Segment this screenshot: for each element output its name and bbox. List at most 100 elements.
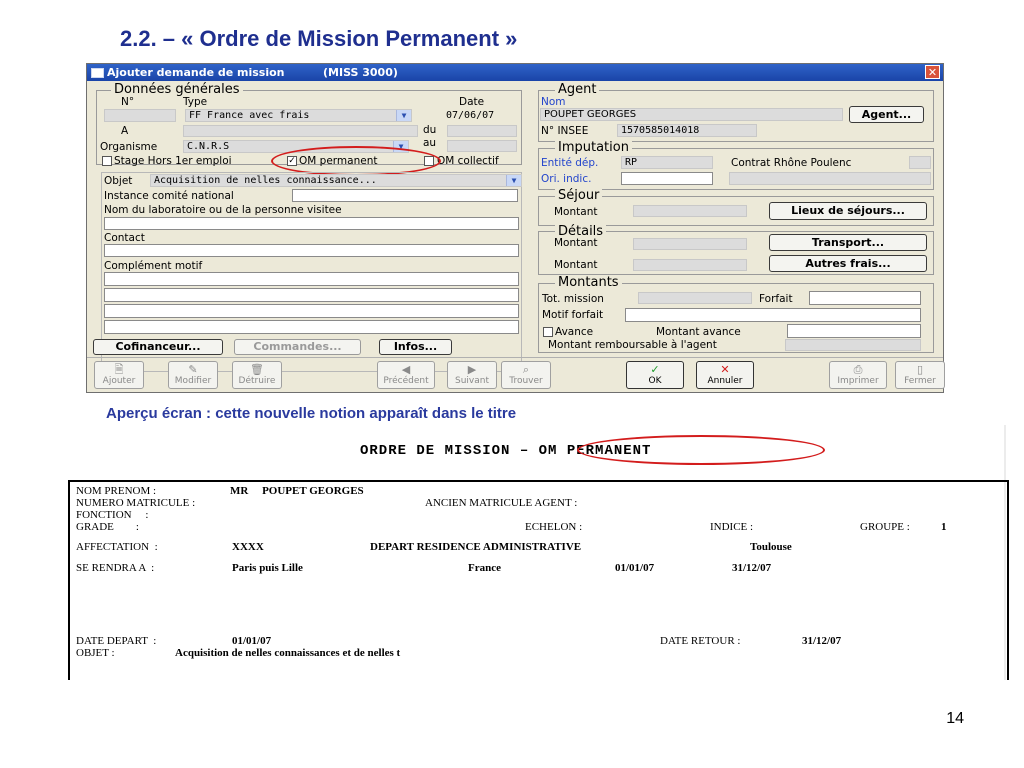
date-label: Date xyxy=(459,96,485,108)
mission-window: Ajouter demande de mission (MISS 3000) ✕… xyxy=(86,63,945,393)
trash-icon: 🗑 xyxy=(250,363,264,376)
ok-label: OK xyxy=(648,376,662,386)
entite-field[interactable]: RP xyxy=(621,156,713,169)
au-field[interactable] xyxy=(447,140,517,152)
ori-detail-field[interactable] xyxy=(729,172,931,185)
insee-field[interactable]: 1570585014018 xyxy=(617,124,757,137)
complement-field-2[interactable] xyxy=(104,288,519,302)
type-label: Type xyxy=(183,96,208,108)
imprimer-button[interactable]: ⎙ Imprimer xyxy=(829,361,887,389)
caption: Aperçu écran : cette nouvelle notion app… xyxy=(106,405,517,422)
affectation-value: XXXX xyxy=(232,541,264,553)
window-titlebar[interactable]: Ajouter demande de mission (MISS 3000) ✕ xyxy=(87,64,943,81)
labo-label: Nom du laboratoire ou de la personne vis… xyxy=(104,204,342,216)
close-icon[interactable]: ✕ xyxy=(925,65,940,79)
window-code: (MISS 3000) xyxy=(323,66,398,79)
suivant-button[interactable]: ▶ Suivant xyxy=(447,361,497,389)
trouver-label: Trouver xyxy=(509,376,543,386)
details-montant-field[interactable] xyxy=(633,238,747,250)
om-collectif-label: OM collectif xyxy=(437,155,499,167)
cross-icon: ✕ xyxy=(720,363,730,376)
suivant-label: Suivant xyxy=(455,376,489,386)
montant-avance-label: Montant avance xyxy=(656,326,741,338)
group-title-imputation: Imputation xyxy=(555,141,632,154)
complement-field-3[interactable] xyxy=(104,304,519,318)
window-title: Ajouter demande de mission xyxy=(107,66,285,79)
document-title-sep: – xyxy=(519,443,530,459)
annuler-label: Annuler xyxy=(707,376,743,386)
ancien-matricule-label: ANCIEN MATRICULE AGENT : xyxy=(425,497,578,509)
window-icon xyxy=(91,68,104,78)
depart-residence-label: DEPART RESIDENCE ADMINISTRATIVE xyxy=(370,541,582,553)
date-debut: 01/01/07 xyxy=(615,562,655,574)
fermer-label: Fermer xyxy=(904,376,936,386)
group-title-agent: Agent xyxy=(555,83,600,96)
indice-label: INDICE : xyxy=(710,521,754,533)
tot-mission-field[interactable] xyxy=(638,292,752,304)
objet-combo[interactable]: Acquisition de nelles connaissance... ▼ xyxy=(150,174,522,187)
lieux-button[interactable]: Lieux de séjours... xyxy=(769,202,927,220)
contrat-field[interactable] xyxy=(909,156,931,169)
organisme-value: C.N.R.S xyxy=(187,141,230,152)
nom-prenom-label: NOM PRENOM : xyxy=(76,485,157,497)
remboursable-field[interactable] xyxy=(785,339,921,351)
group-title-montants: Montants xyxy=(555,276,622,289)
chevron-down-icon[interactable]: ▼ xyxy=(396,110,411,121)
fermer-button[interactable]: ▯ Fermer xyxy=(895,361,945,389)
detruire-button[interactable]: 🗑 Détruire xyxy=(232,361,282,389)
imprimer-label: Imprimer xyxy=(837,376,879,386)
infos-button[interactable]: Infos... xyxy=(379,339,452,355)
add-document-icon: 🗎 xyxy=(114,363,124,376)
se-rendra-label: SE RENDRA A : xyxy=(76,562,155,574)
slide-title: 2.2. – « Ordre de Mission Permanent » xyxy=(120,26,518,51)
date-depart-value: 01/01/07 xyxy=(232,635,272,647)
labo-field[interactable] xyxy=(104,217,519,230)
stage-checkbox[interactable] xyxy=(102,156,112,166)
a-field[interactable] xyxy=(183,125,418,137)
ajouter-button[interactable]: 🗎 Ajouter xyxy=(94,361,144,389)
montant-avance-field[interactable] xyxy=(787,324,921,338)
objet-doc-label: OBJET : xyxy=(76,647,115,659)
sejour-montant-field[interactable] xyxy=(633,205,747,217)
agent-button[interactable]: Agent... xyxy=(849,106,924,123)
nom-field[interactable]: POUPET GEORGES xyxy=(540,108,843,121)
printer-icon: ⎙ xyxy=(853,363,863,376)
type-value: FF France avec frais xyxy=(189,110,310,121)
contact-field[interactable] xyxy=(104,244,519,257)
chevron-down-icon[interactable]: ▼ xyxy=(506,175,521,186)
annuler-button[interactable]: ✕ Annuler xyxy=(696,361,754,389)
ori-field[interactable] xyxy=(621,172,713,185)
no-field[interactable] xyxy=(104,109,176,122)
objet-doc-value: Acquisition de nelles connaissances et d… xyxy=(175,647,401,659)
modifier-label: Modifier xyxy=(174,376,212,386)
toolbar-divider xyxy=(87,357,943,358)
du-label: du xyxy=(423,124,437,136)
no-label: N° xyxy=(121,96,135,108)
date-field[interactable]: 07/06/07 xyxy=(443,110,515,123)
autres-frais-button[interactable]: Autres frais... xyxy=(769,255,927,272)
forfait-field[interactable] xyxy=(809,291,921,305)
a-label: A xyxy=(121,125,129,137)
date-retour-value: 31/12/07 xyxy=(802,635,842,647)
du-field[interactable] xyxy=(447,125,517,137)
cofinanceur-button[interactable]: Cofinanceur... xyxy=(93,339,223,355)
precedent-button[interactable]: ◀ Précédent xyxy=(377,361,435,389)
instance-field[interactable] xyxy=(292,189,518,202)
avance-checkbox[interactable] xyxy=(543,327,553,337)
transport-button[interactable]: Transport... xyxy=(769,234,927,251)
date-fin: 31/12/07 xyxy=(732,562,772,574)
trouver-button[interactable]: ⌕ Trouver xyxy=(501,361,551,389)
motif-forfait-field[interactable] xyxy=(625,308,921,322)
details-montant2-field[interactable] xyxy=(633,259,747,271)
modifier-button[interactable]: ✎ Modifier xyxy=(168,361,218,389)
check-icon: ✓ xyxy=(650,363,660,376)
contrat-value: Contrat Rhône Poulenc xyxy=(731,157,852,169)
complement-field-1[interactable] xyxy=(104,272,519,286)
complement-field-4[interactable] xyxy=(104,320,519,334)
ok-button[interactable]: ✓ OK xyxy=(626,361,684,389)
pencil-icon: ✎ xyxy=(188,363,198,376)
type-combo[interactable]: FF France avec frais ▼ xyxy=(185,109,412,122)
nom-label: Nom xyxy=(541,96,566,108)
document-title-prefix: ORDRE DE MISSION xyxy=(360,443,511,459)
commandes-button[interactable]: Commandes... xyxy=(234,339,361,355)
